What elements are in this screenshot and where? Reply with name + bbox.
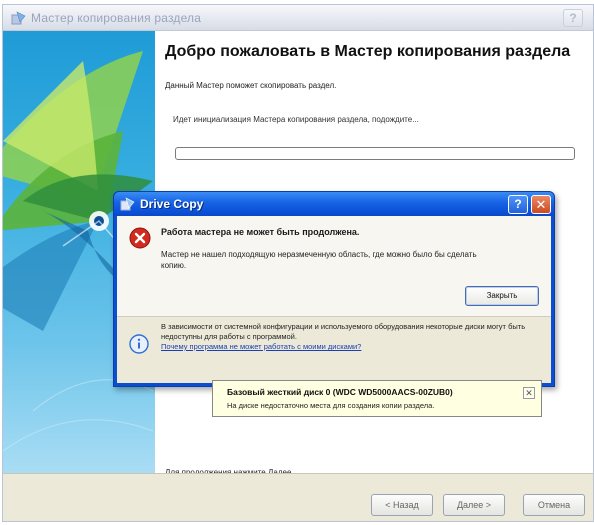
welcome-heading: Добро пожаловать в Мастер копирования ра… xyxy=(165,43,571,60)
error-icon xyxy=(129,227,151,249)
error-heading: Работа мастера не может быть продолжена. xyxy=(161,227,360,237)
dialog-titlebar[interactable]: Drive Copy ? ✕ xyxy=(114,192,554,216)
wizard-help-button[interactable]: ? xyxy=(563,9,583,27)
why-unsupported-link[interactable]: Почему программа не может работать с мои… xyxy=(161,342,531,352)
wizard-app-icon xyxy=(11,11,26,25)
dialog-divider xyxy=(117,316,551,317)
welcome-description: Данный Мастер поможет скопировать раздел… xyxy=(165,81,337,90)
drive-copy-dialog: Drive Copy ? ✕ Работа мастера не может б… xyxy=(113,191,555,387)
cancel-button[interactable]: Отмена xyxy=(523,494,585,516)
balloon-text: На диске недостаточно места для создания… xyxy=(227,401,435,410)
dialog-app-icon xyxy=(120,197,135,211)
error-panel: Работа мастера не может быть продолжена.… xyxy=(117,216,551,316)
wizard-title: Мастер копирования раздела xyxy=(31,11,202,25)
wizard-footer: < Назад Далее > Отмена xyxy=(3,473,593,521)
disk-info-balloon: Базовый жесткий диск 0 (WDC WD5000AACS-0… xyxy=(212,380,542,417)
dialog-title: Drive Copy xyxy=(140,197,204,211)
back-button[interactable]: < Назад xyxy=(371,494,433,516)
wizard-titlebar[interactable]: Мастер копирования раздела ? xyxy=(3,5,593,31)
balloon-close-button[interactable]: ✕ xyxy=(523,387,535,399)
balloon-title: Базовый жесткий диск 0 (WDC WD5000AACS-0… xyxy=(227,387,453,397)
dialog-close-button[interactable]: ✕ xyxy=(531,195,551,214)
next-button[interactable]: Далее > xyxy=(443,494,505,516)
dialog-body: Работа мастера не может быть продолжена.… xyxy=(117,216,551,383)
error-message: Мастер не нашел подходящую неразмеченную… xyxy=(161,250,477,270)
dialog-help-button[interactable]: ? xyxy=(508,195,528,214)
info-icon xyxy=(129,334,149,354)
info-text: В зависимости от системной конфигурации … xyxy=(161,322,526,341)
init-progress-bar xyxy=(175,147,575,160)
init-status-text: Идет инициализация Мастера копирования р… xyxy=(173,115,419,124)
close-button[interactable]: Закрыть xyxy=(465,286,539,306)
info-text-block: В зависимости от системной конфигурации … xyxy=(161,322,531,352)
